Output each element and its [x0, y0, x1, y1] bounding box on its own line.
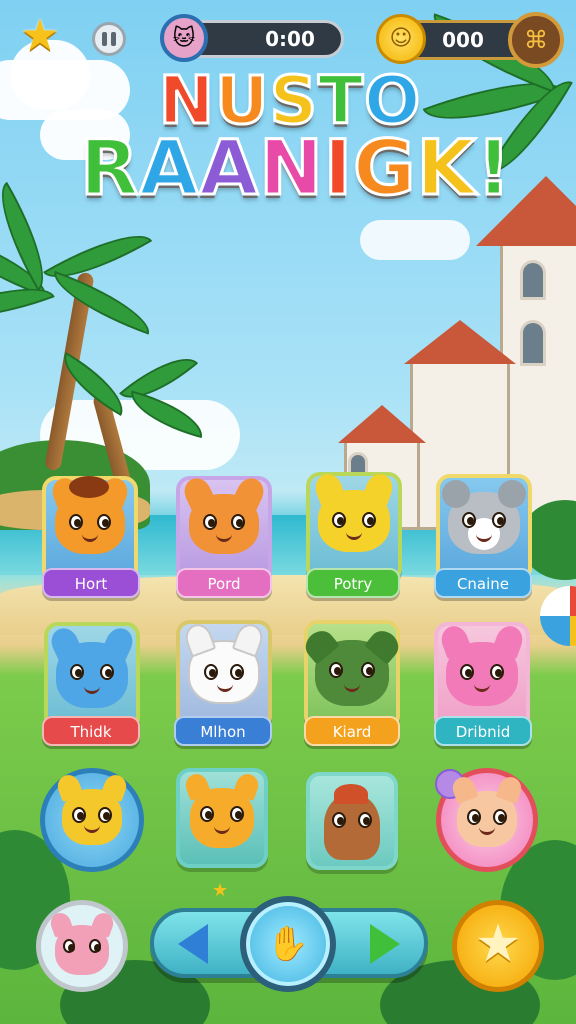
character-card-kiard[interactable] [300, 620, 404, 730]
white-cat-character [181, 620, 267, 704]
arrow-left-icon[interactable] [178, 924, 208, 964]
yellow-cat-character [54, 771, 130, 845]
arrow-right-icon[interactable] [370, 924, 400, 964]
pause-icon [102, 32, 107, 46]
paw-glove-icon: ✋ [266, 924, 310, 964]
pink-cat-character [437, 622, 527, 706]
timer-text: 0:00 [265, 27, 315, 51]
title-line-2: RAANIGK! [79, 128, 513, 207]
title-letter: N [258, 123, 325, 212]
card-label: Potry [306, 568, 400, 598]
mouse-character [442, 480, 526, 554]
character-tile-yellow-cat[interactable] [40, 768, 144, 872]
card-label: Dribnid [434, 716, 532, 746]
title-letter: A [138, 123, 200, 212]
fox-character [179, 473, 269, 554]
card-label: Mlhon [174, 716, 272, 746]
character-tile-orange-cat[interactable] [176, 768, 268, 868]
shop-icon[interactable]: ⌘ [508, 12, 564, 68]
title-letter: G [352, 123, 417, 212]
yellow-cat-character [311, 470, 397, 552]
player-avatar: 🐱 [160, 14, 208, 62]
cat-avatar-icon [47, 910, 117, 975]
character-card-potry[interactable] [306, 470, 402, 582]
card-label: Hort [42, 568, 140, 598]
green-creature-character [300, 625, 404, 706]
star-icon[interactable]: ★ [16, 12, 64, 60]
cream-cat-character [449, 773, 525, 847]
sparkle-icon: ★ [212, 880, 229, 901]
card-label: Cnaine [434, 568, 532, 598]
coin-count: 000 [442, 28, 484, 52]
card-label: Thidk [42, 716, 140, 746]
profile-button[interactable] [36, 900, 128, 992]
bird-character [324, 784, 380, 860]
title-letter: R [79, 123, 141, 212]
card-label: Kiard [304, 716, 400, 746]
character-card-mlhon[interactable] [176, 620, 272, 730]
coin-icon: ☺ [376, 14, 426, 64]
favorite-star-button[interactable]: ★ [452, 900, 544, 992]
title-letter: I [322, 123, 354, 212]
title-letter: A [198, 123, 260, 212]
play-button[interactable]: ✋ [240, 896, 336, 992]
character-tile-bird[interactable] [306, 772, 398, 870]
blue-creature-character [46, 623, 138, 708]
title-letter: ! [475, 123, 513, 212]
title-letter: K [415, 123, 477, 212]
card-label: Pord [176, 568, 272, 598]
fox-character [48, 474, 132, 554]
pause-button[interactable] [92, 22, 126, 56]
game-title: NUSTO RAANIGK! [79, 66, 513, 207]
orange-cat-character [182, 770, 262, 848]
character-tile-cream-cat[interactable] [435, 768, 538, 872]
